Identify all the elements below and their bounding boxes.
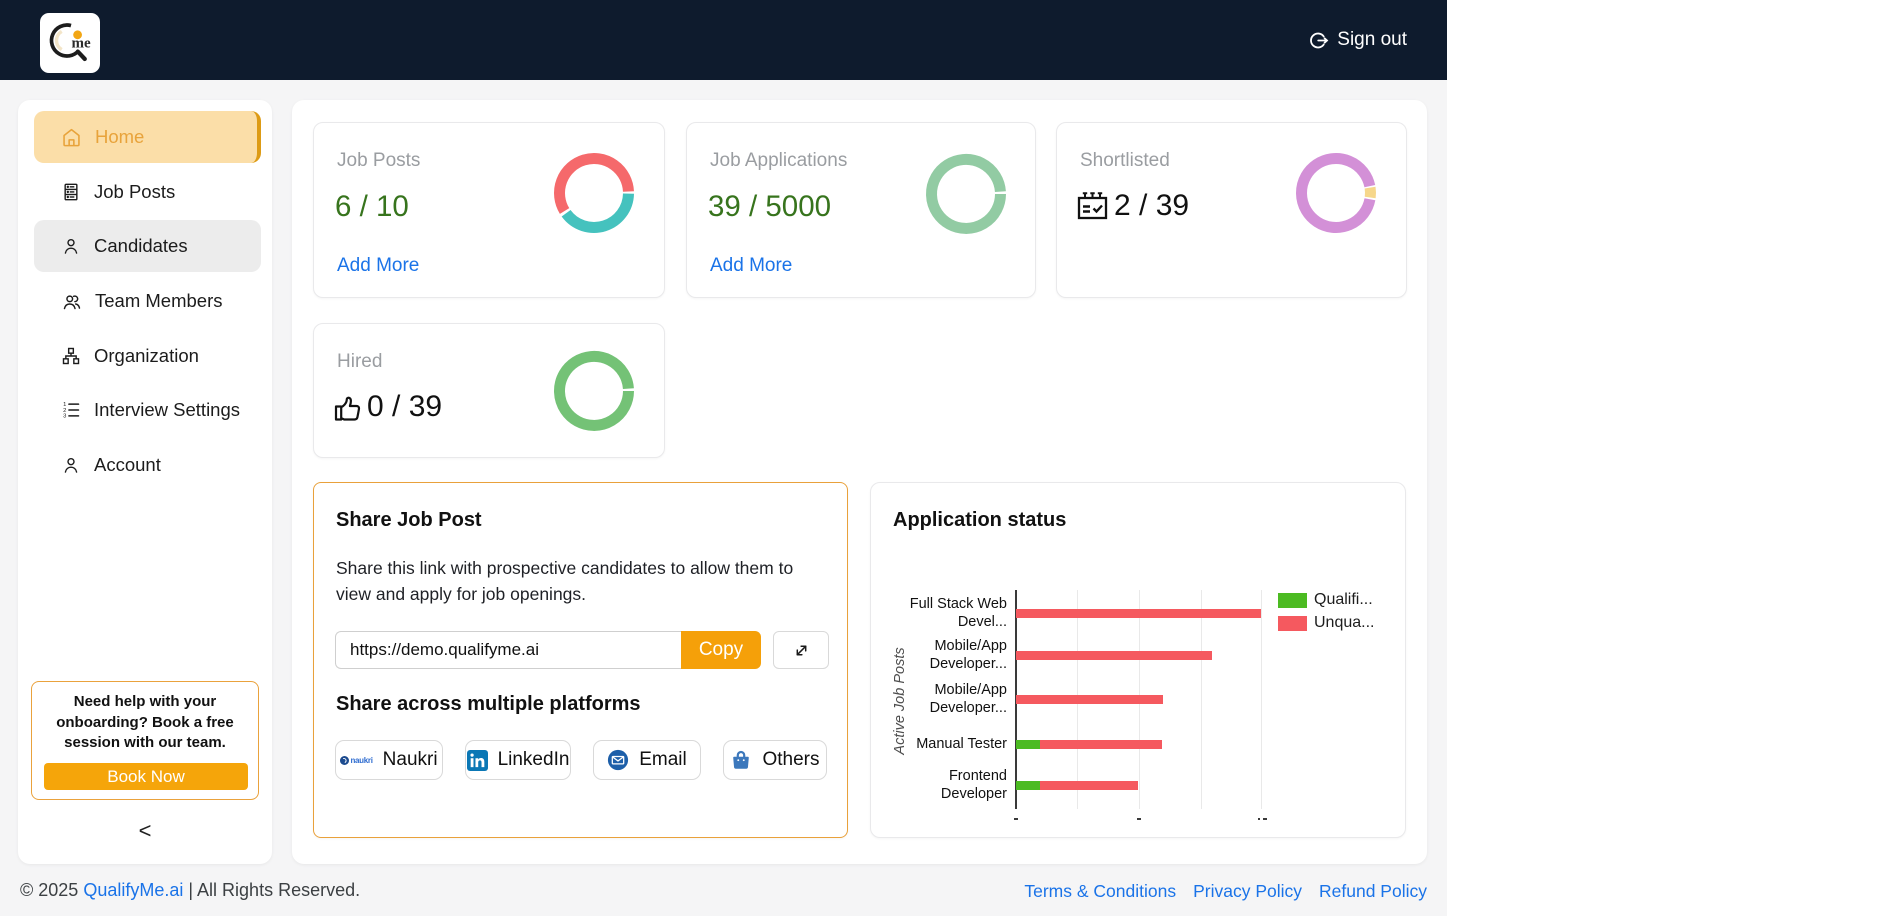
svg-text:3: 3 [63, 414, 66, 420]
svg-text:me: me [72, 36, 91, 52]
